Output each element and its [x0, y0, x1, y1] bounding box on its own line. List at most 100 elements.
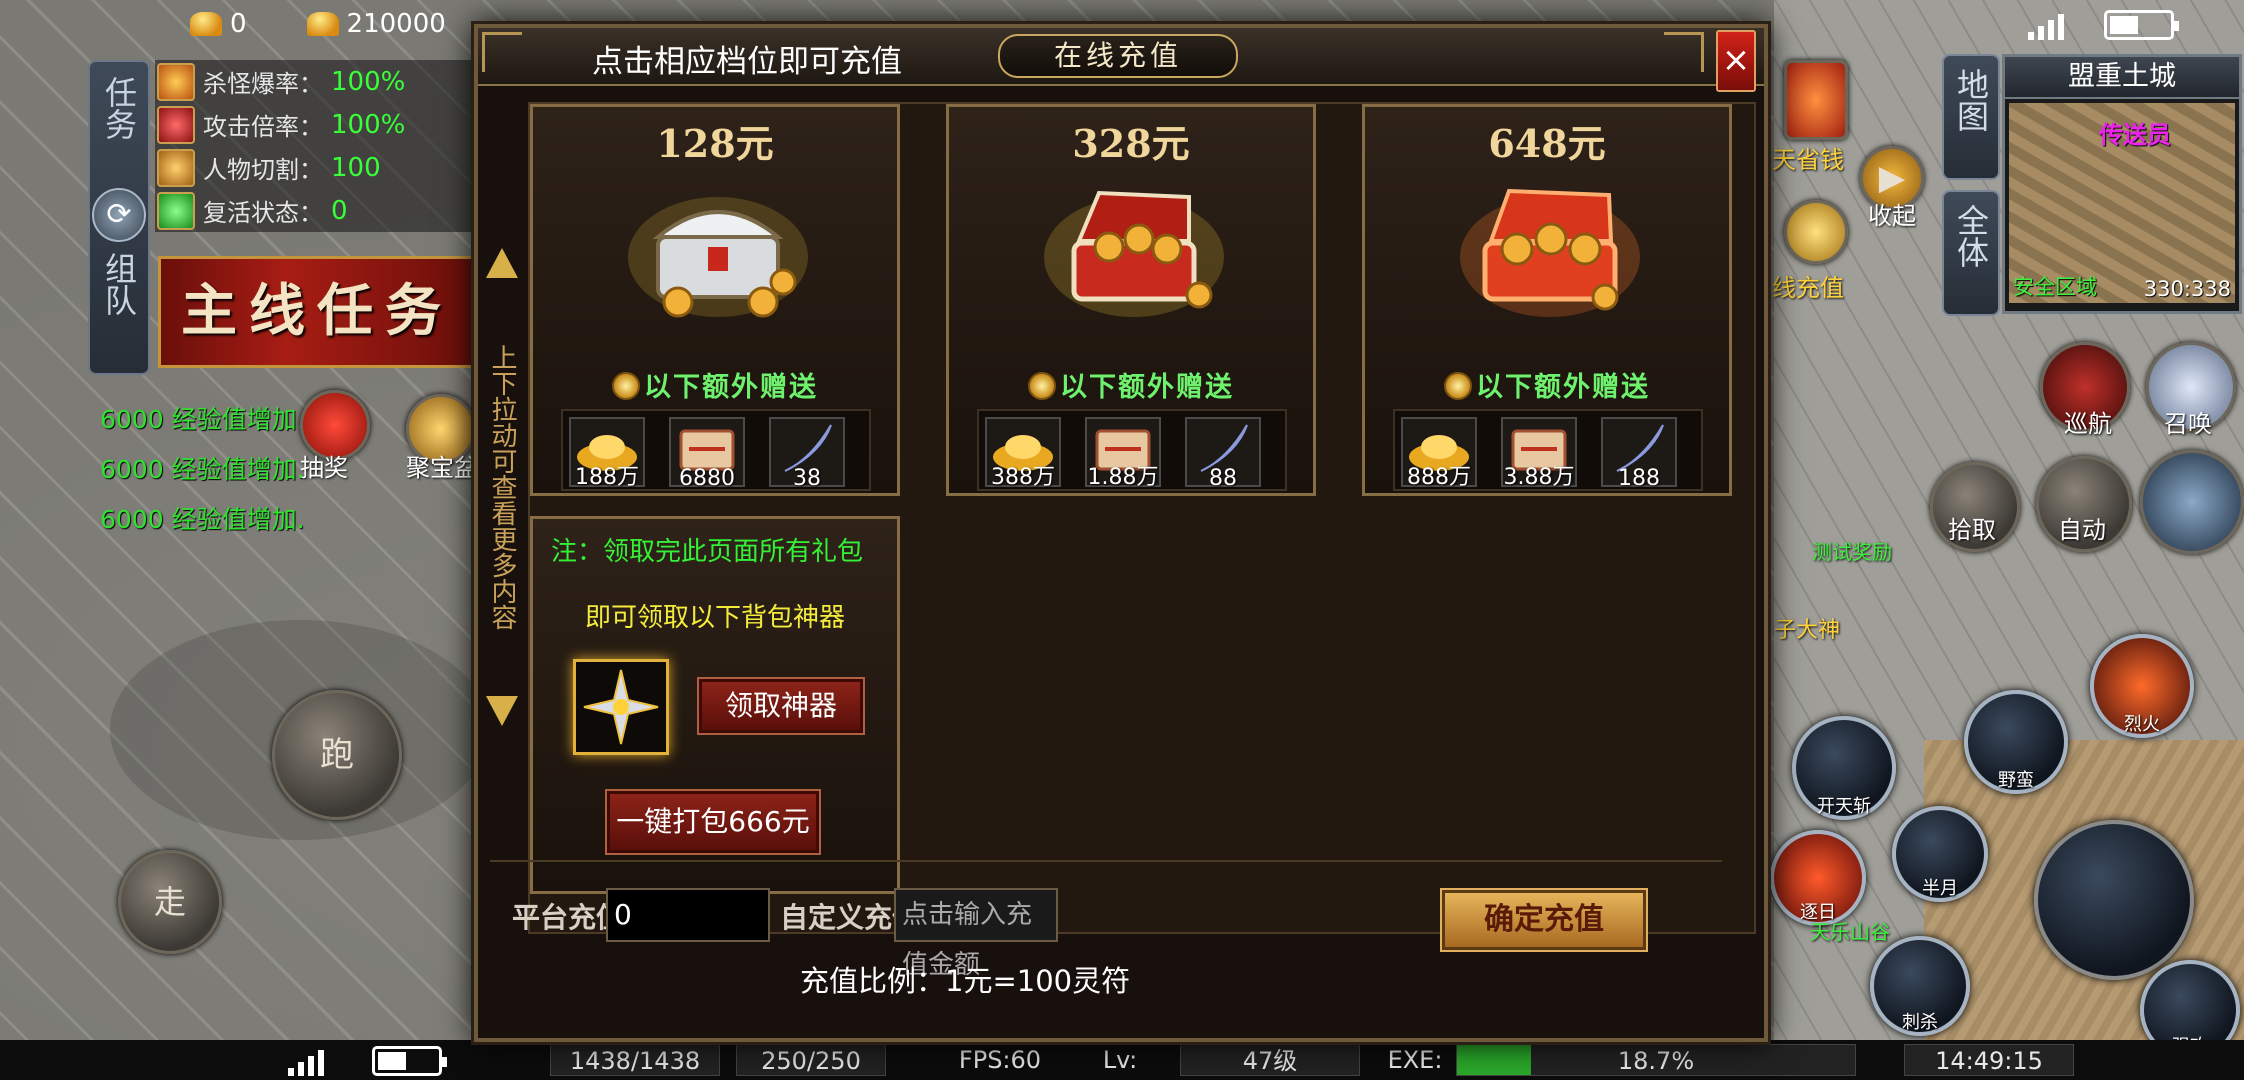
- walk-label: 走: [153, 883, 186, 921]
- signal-icon: [2028, 10, 2064, 40]
- walk-button[interactable]: 走: [118, 850, 222, 954]
- bonus-label: 以下额外赠送: [1365, 365, 1729, 404]
- dialog-hint: 点击相应档位即可充值: [592, 44, 902, 80]
- reward-count: 1.88万: [1087, 465, 1159, 490]
- tier-card-328[interactable]: 328元 以下额外赠送 388万 1.88万 88: [946, 104, 1316, 496]
- skill-liehuo[interactable]: 烈火: [2090, 634, 2194, 738]
- tier-card-648[interactable]: 648元 以下额外赠送 888万 3.88万 188: [1362, 104, 1732, 496]
- area-label: 天乐山谷: [1810, 920, 1890, 944]
- reward-count: 388万: [991, 465, 1055, 490]
- drop-rate-icon: [157, 62, 195, 101]
- device-status: [2028, 10, 2179, 40]
- reward-slot[interactable]: 888万: [1401, 417, 1477, 490]
- skill-kaitian[interactable]: 开天斩: [1792, 716, 1896, 820]
- scroll-up-icon: [486, 248, 518, 278]
- gift-description: 即可领取以下背包神器: [584, 603, 845, 633]
- scroll-indicator[interactable]: 上下拉动可查看更多内容: [484, 248, 520, 768]
- target-lock-icon[interactable]: [2140, 450, 2244, 554]
- minimap-panel[interactable]: 盟重土城 传送员 安全区域 330:338: [2002, 54, 2242, 314]
- reward-count: 888万: [1407, 465, 1471, 490]
- skill-label: 烈火: [2124, 714, 2160, 735]
- skill-zhuri[interactable]: 逐日: [1770, 830, 1866, 926]
- safe-zone-label: 安全区域: [2013, 275, 2097, 299]
- tab-team[interactable]: 组队: [90, 252, 148, 325]
- reward-slot[interactable]: 188万: [569, 417, 645, 490]
- skill-banyue[interactable]: 半月: [1892, 806, 1988, 902]
- treasure-chest-icon: [628, 197, 808, 318]
- stat-label: 复活状态：: [203, 199, 323, 227]
- minimap[interactable]: 传送员 安全区域 330:338: [2009, 103, 2235, 303]
- coordinates: 330:338: [2143, 277, 2231, 301]
- custom-amount-input[interactable]: 点击输入充值金额: [894, 888, 1058, 980]
- tier-price: 328元: [1072, 121, 1190, 166]
- exp-bar-fill: [1457, 1045, 1532, 1075]
- tab-map-label: 地图: [1952, 68, 1990, 132]
- confirm-recharge-label: 确定充值: [1484, 902, 1604, 937]
- quest-log-line: 6000 经验值增加.: [100, 405, 305, 434]
- reward-slot[interactable]: 1.88万: [1085, 417, 1161, 490]
- ornament-corner: [1664, 32, 1704, 72]
- bonus-text: 以下额外赠送: [1060, 372, 1234, 403]
- reward-slot[interactable]: 88: [1185, 417, 1261, 491]
- exp-label: EXE:: [1387, 1046, 1443, 1074]
- reward-count: 38: [793, 466, 821, 491]
- recharge-icon[interactable]: [1784, 200, 1848, 264]
- skill-cisha[interactable]: 刺杀: [1870, 936, 1970, 1036]
- reward-items: 888万 3.88万 188: [1393, 409, 1703, 491]
- recharge-ratio: 充值比例：1元=100灵符: [800, 964, 1131, 998]
- tab-all[interactable]: 全体: [1942, 190, 2000, 316]
- reward-slot[interactable]: 188: [1601, 417, 1677, 491]
- treasure-chest-icon: [1044, 190, 1224, 317]
- coin-icon: [612, 372, 640, 400]
- tier-price: 648元: [1488, 121, 1606, 166]
- side-tabs: 任务 ⟳ 组队: [88, 60, 150, 375]
- reward-slot[interactable]: 6880: [669, 417, 745, 491]
- exp-bar: 18.7%: [1456, 1044, 1856, 1076]
- npc-reward-label: 测试奖励: [1812, 540, 1892, 564]
- minimap-npc-label: 传送员: [2099, 121, 2171, 149]
- gold-ingot-icon: [306, 12, 339, 36]
- collapse-label: 收起: [1868, 202, 1916, 230]
- stat-row: 攻击倍率： 100%: [155, 103, 475, 146]
- bundle-purchase-button[interactable]: 一键打包666元: [607, 791, 819, 853]
- run-button[interactable]: 跑: [272, 690, 402, 820]
- artifact-slot[interactable]: [573, 659, 669, 755]
- close-button[interactable]: ×: [1716, 30, 1756, 92]
- bottom-status-bar: 1438/1438 250/250 FPS:60 Lv: 47级 EXE: 18…: [0, 1040, 2244, 1080]
- reward-slot[interactable]: 38: [769, 417, 845, 491]
- tier-card-128[interactable]: 128元 以下额外赠送 188万 6880 38: [530, 104, 900, 496]
- bonus-label: 以下额外赠送: [533, 365, 897, 404]
- coin-icon: [1028, 372, 1056, 400]
- auto-label: 自动: [2058, 516, 2106, 544]
- tab-team-label: 组队: [100, 252, 138, 316]
- clock: 14:49:15: [1904, 1044, 2074, 1076]
- treasure-label: 聚宝盆: [406, 454, 478, 482]
- reward-items: 388万 1.88万 88: [977, 409, 1287, 491]
- claim-artifact-button[interactable]: 领取神器: [699, 679, 863, 733]
- artifact-gift-panel: 注：领取完此页面所有礼包 即可领取以下背包神器 领取神器 一键打包666元: [530, 516, 900, 894]
- patrol-label: 巡航: [2064, 410, 2112, 438]
- confirm-recharge-button[interactable]: 确定充值: [1442, 890, 1646, 950]
- claim-artifact-label: 领取神器: [724, 689, 837, 722]
- gift-icon[interactable]: [1784, 60, 1848, 140]
- fps-readout: FPS:60: [958, 1046, 1042, 1074]
- stat-label: 人物切割：: [203, 156, 323, 184]
- reward-slot[interactable]: 388万: [985, 417, 1061, 490]
- skill-yeman[interactable]: 野蛮: [1964, 690, 2068, 794]
- map-name: 盟重土城: [2005, 57, 2239, 99]
- reward-slot[interactable]: 3.88万: [1501, 417, 1577, 490]
- reward-count: 188万: [575, 465, 639, 490]
- lottery-label: 抽奖: [300, 454, 348, 482]
- refresh-icon[interactable]: ⟳: [92, 188, 146, 242]
- tab-task[interactable]: 任务: [90, 76, 148, 149]
- attack-rate-icon: [157, 105, 195, 144]
- gift-note: 注：领取完此页面所有礼包: [551, 537, 864, 567]
- main-quest-banner[interactable]: 主线任务: [158, 256, 478, 368]
- reward-count: 6880: [679, 466, 735, 491]
- tab-map[interactable]: 地图: [1942, 54, 2000, 180]
- platform-recharge-field[interactable]: 0: [606, 888, 770, 942]
- attack-button[interactable]: [2034, 820, 2194, 980]
- tab-all-label: 全体: [1952, 204, 1990, 268]
- level-label: Lv:: [1102, 1046, 1138, 1074]
- pickup-label: 拾取: [1948, 516, 1996, 544]
